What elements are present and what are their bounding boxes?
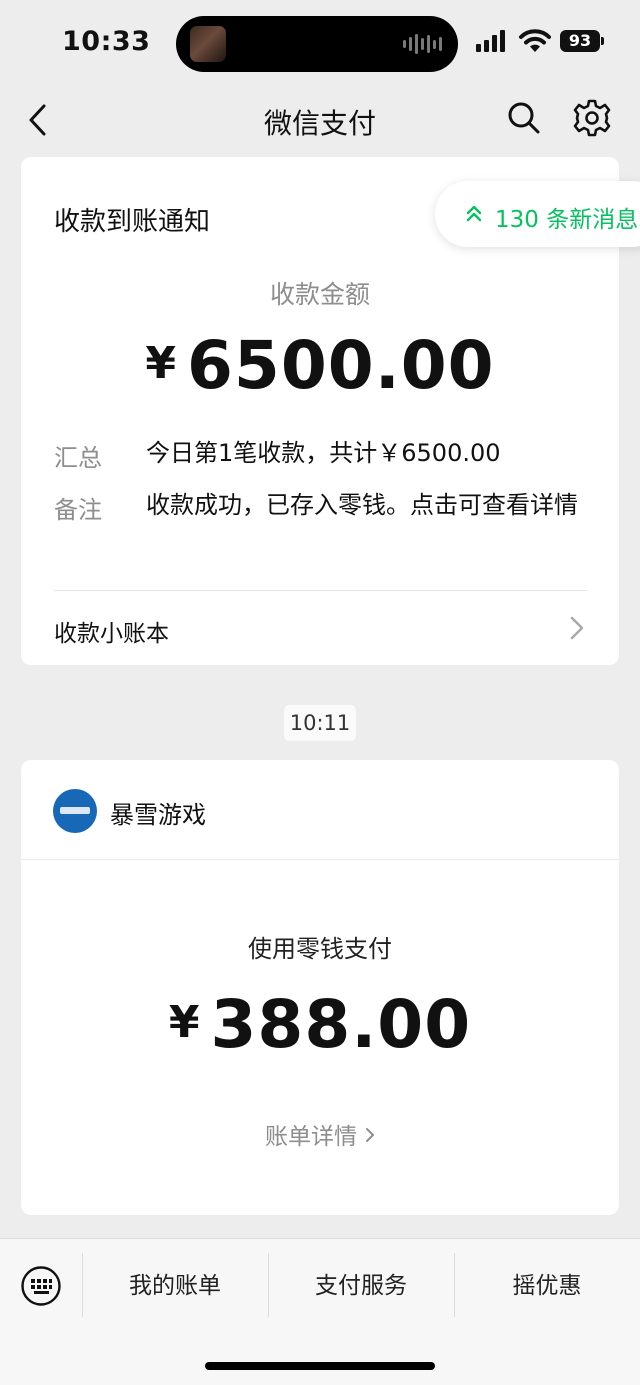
divider: [21, 859, 619, 860]
keyboard-icon[interactable]: [20, 1265, 62, 1307]
new-messages-label: 130 条新消息: [495, 207, 639, 233]
search-icon[interactable]: [506, 100, 542, 136]
remark-label: 备注: [54, 496, 102, 524]
amount-label: 收款金额: [269, 280, 370, 309]
status-time: 10:33: [62, 26, 151, 57]
chevron-right-icon: [366, 1128, 374, 1142]
merchant-logo: [53, 789, 97, 833]
bill-detail-link[interactable]: 账单详情: [21, 1117, 619, 1151]
payment-method-label: 使用零钱支付: [248, 935, 392, 963]
dynamic-island[interactable]: [176, 16, 458, 72]
merchant-name: 暴雪游戏: [110, 801, 206, 829]
tab-my-bills[interactable]: 我的账单: [82, 1239, 268, 1325]
message-timestamp: 10:11: [284, 705, 356, 741]
wifi-icon: [519, 29, 551, 52]
amount-value: 6500.00: [187, 327, 495, 404]
tab-payment-services[interactable]: 支付服务: [268, 1239, 454, 1325]
remark-value: 收款成功，已存入零钱。点击可查看详情: [146, 491, 578, 519]
battery-indicator: 93: [560, 30, 604, 52]
notice-title: 收款到账通知: [54, 207, 211, 237]
paid-amount: ¥388.00: [21, 986, 619, 1063]
bottom-menu-bar: 我的账单 支付服务 摇优惠: [0, 1238, 640, 1385]
summary-label: 汇总: [54, 444, 102, 472]
currency-symbol: ¥: [145, 338, 177, 389]
now-playing-artwork: [190, 26, 226, 62]
gear-icon[interactable]: [572, 98, 612, 138]
bill-detail-label: 账单详情: [265, 1124, 357, 1150]
currency-symbol: ¥: [168, 997, 201, 1048]
navigation-bar: 微信支付: [0, 88, 640, 154]
tab-shake-discounts[interactable]: 摇优惠: [454, 1239, 640, 1325]
audio-waveform-icon: [403, 34, 442, 54]
double-chevron-up-icon: [466, 205, 482, 222]
amount-value: 388.00: [210, 986, 472, 1063]
new-messages-button[interactable]: 130 条新消息: [435, 181, 640, 247]
summary-value: 今日第1笔收款，共计￥6500.00: [146, 439, 501, 467]
ledger-link[interactable]: 收款小账本: [54, 614, 169, 648]
cellular-signal-icon: [476, 30, 505, 52]
status-bar: 10:33 93: [0, 0, 640, 88]
payment-card[interactable]: 暴雪游戏 使用零钱支付 ¥388.00 账单详情: [21, 760, 619, 1215]
received-amount: ¥6500.00: [21, 327, 619, 404]
chevron-right-icon: [570, 616, 584, 640]
page-title: 微信支付: [263, 107, 376, 140]
home-indicator[interactable]: [205, 1362, 435, 1370]
divider: [54, 590, 587, 591]
